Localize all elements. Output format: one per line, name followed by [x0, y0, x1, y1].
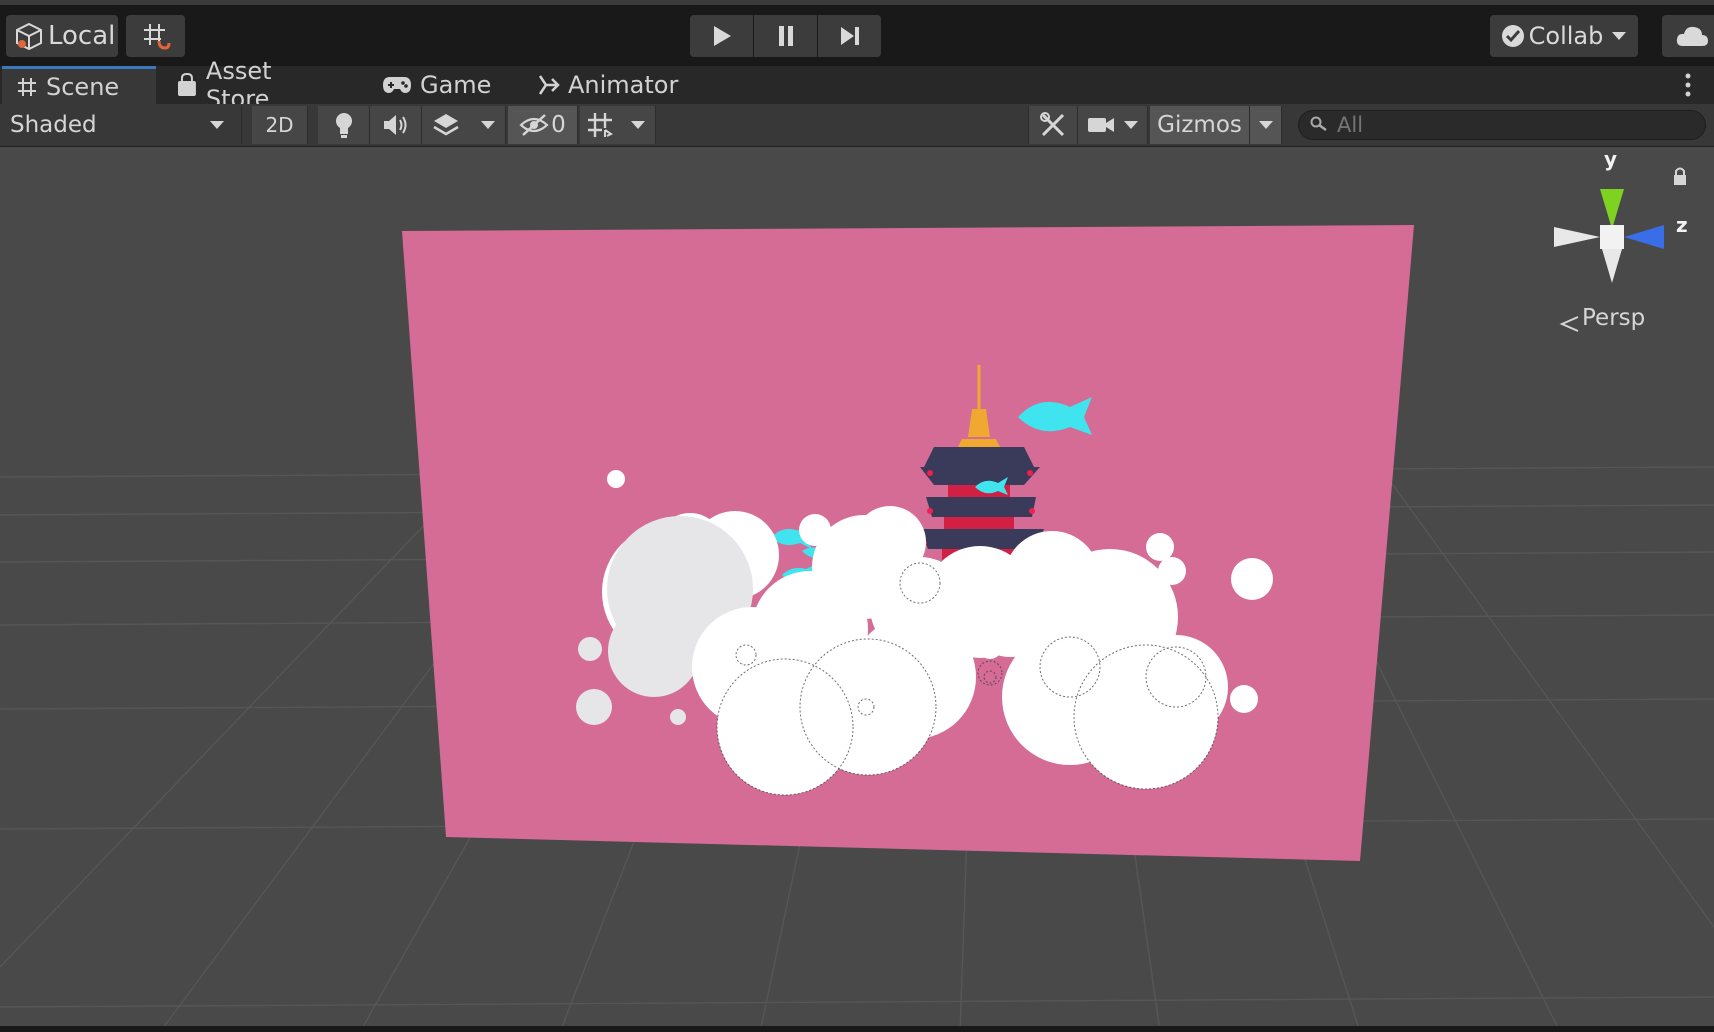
- grid-snap-button[interactable]: [126, 15, 185, 57]
- search-icon: [1310, 116, 1327, 132]
- draw-mode-label: Shaded: [10, 112, 97, 138]
- tab-label: Game: [420, 71, 492, 99]
- grid-snap-icon: [143, 24, 170, 50]
- animator-icon: [538, 75, 560, 95]
- projection-label[interactable]: Persp: [1582, 305, 1645, 331]
- window-tab-bar: Scene Asset Store Game Animator: [0, 57, 1714, 113]
- gizmos-dropdown[interactable]: [1250, 106, 1282, 144]
- grid-dropdown[interactable]: [620, 106, 656, 144]
- scene-viewport[interactable]: y z Persp: [0, 147, 1714, 1032]
- mode-2d-toggle[interactable]: 2D: [252, 106, 308, 144]
- check-circle-icon: [1501, 25, 1524, 47]
- lightbulb-icon: [335, 113, 352, 138]
- tab-animator[interactable]: Animator: [522, 66, 682, 104]
- playmode-controls: [690, 15, 882, 57]
- chevron-down-icon: [480, 121, 495, 129]
- bottom-border: [0, 1026, 1714, 1032]
- tab-asset-store[interactable]: Asset Store: [162, 57, 342, 113]
- scene-view-toolbar: Shaded 2D 0 Gizmos: [0, 104, 1714, 147]
- axis-z-label[interactable]: z: [1676, 213, 1688, 237]
- camera-icon: [1087, 118, 1114, 132]
- tools-toggle[interactable]: [1028, 106, 1078, 144]
- pivot-rotation-button[interactable]: Local: [6, 15, 118, 57]
- tab-scene[interactable]: Scene: [2, 66, 156, 104]
- chevron-down-icon: [1612, 32, 1627, 40]
- lock-icon: [1674, 167, 1686, 185]
- tab-game[interactable]: Game: [368, 66, 498, 104]
- camera-settings-dropdown[interactable]: [1078, 106, 1148, 144]
- tools-icon: [1040, 112, 1065, 137]
- chevron-down-icon: [1258, 121, 1273, 129]
- grid-toggle[interactable]: [580, 106, 620, 144]
- pause-icon: [778, 26, 793, 46]
- play-button[interactable]: [690, 15, 753, 57]
- chevron-down-icon: [210, 121, 224, 129]
- scene-render: [0, 167, 1714, 1032]
- chevron-down-icon: [1123, 121, 1138, 129]
- mode-2d-label: 2D: [265, 113, 294, 137]
- grid-icon: [588, 113, 613, 137]
- step-icon: [840, 27, 859, 45]
- shopping-bag-icon: [177, 73, 196, 96]
- effects-dropdown[interactable]: [470, 106, 506, 144]
- cube-icon: [16, 22, 42, 51]
- step-button[interactable]: [818, 15, 881, 57]
- gizmos-label: Gizmos: [1157, 112, 1242, 138]
- cloud-button[interactable]: [1662, 15, 1714, 57]
- collab-label: Collab: [1528, 22, 1604, 50]
- chevron-down-icon: [630, 121, 645, 129]
- play-icon: [713, 26, 731, 46]
- more-options-icon[interactable]: [1680, 72, 1696, 98]
- gizmos-button[interactable]: Gizmos: [1150, 106, 1250, 144]
- gamepad-icon: [383, 77, 411, 93]
- layers-effects-icon: [433, 114, 459, 136]
- tab-label: Animator: [568, 71, 679, 99]
- scene-search[interactable]: [1298, 110, 1706, 140]
- collab-dropdown[interactable]: Collab: [1490, 15, 1638, 57]
- speaker-icon: [383, 115, 406, 135]
- eye-hidden-icon: [519, 114, 549, 136]
- lighting-toggle[interactable]: [318, 106, 370, 144]
- scene-visibility-toggle[interactable]: 0: [508, 106, 578, 144]
- cloud-icon: [1676, 26, 1708, 46]
- hidden-count: 0: [551, 112, 566, 138]
- pause-button[interactable]: [754, 15, 817, 57]
- axis-y-label: y: [1604, 147, 1618, 171]
- pivot-label: Local: [48, 21, 116, 51]
- search-input[interactable]: [1335, 112, 1679, 138]
- tab-label: Scene: [46, 72, 120, 101]
- hash-icon: [18, 77, 36, 96]
- draw-mode-dropdown[interactable]: Shaded: [0, 106, 242, 144]
- effects-toggle[interactable]: [422, 106, 470, 144]
- audio-toggle[interactable]: [370, 106, 422, 144]
